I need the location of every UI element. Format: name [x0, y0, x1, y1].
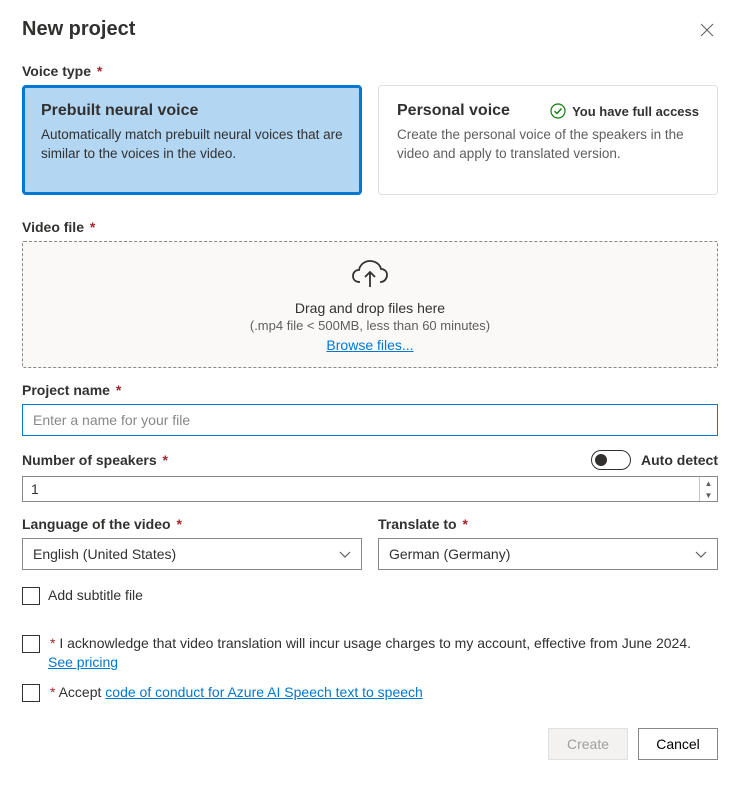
video-file-label: Video file * [22, 219, 95, 235]
auto-detect-toggle[interactable] [591, 450, 631, 470]
project-name-input[interactable] [22, 404, 718, 436]
access-badge: You have full access [550, 103, 699, 119]
spinner-down-icon[interactable]: ▼ [700, 489, 717, 501]
spinner-up-icon[interactable]: ▲ [700, 477, 717, 489]
acknowledge-row: * I acknowledge that video translation w… [22, 634, 718, 673]
translate-label: Translate to * [378, 516, 468, 532]
card-title: Prebuilt neural voice [41, 102, 198, 120]
subtitle-checkbox-row: Add subtitle file [22, 586, 718, 606]
card-desc: Create the personal voice of the speaker… [397, 126, 699, 164]
subtitle-label: Add subtitle file [48, 586, 143, 606]
dropzone-hint: (.mp4 file < 500MB, less than 60 minutes… [35, 318, 705, 333]
language-select[interactable]: English (United States) [22, 538, 362, 570]
coc-text: Accept [59, 684, 106, 700]
card-desc: Automatically match prebuilt neural voic… [41, 126, 343, 164]
voice-card-prebuilt[interactable]: Prebuilt neural voice Automatically matc… [22, 85, 362, 195]
translate-value: German (Germany) [389, 546, 510, 562]
check-circle-icon [550, 103, 566, 119]
acknowledge-text: I acknowledge that video translation wil… [59, 635, 691, 651]
project-name-label: Project name * [22, 382, 121, 398]
create-button[interactable]: Create [548, 728, 628, 760]
acknowledge-checkbox[interactable] [22, 635, 40, 653]
coc-checkbox[interactable] [22, 684, 40, 702]
coc-row: * Accept code of conduct for Azure AI Sp… [22, 683, 718, 703]
auto-detect-label: Auto detect [641, 452, 718, 468]
translate-select[interactable]: German (Germany) [378, 538, 718, 570]
coc-link[interactable]: code of conduct for Azure AI Speech text… [105, 684, 423, 700]
speakers-value: 1 [23, 477, 699, 501]
language-label: Language of the video * [22, 516, 182, 532]
browse-files-link[interactable]: Browse files... [326, 337, 413, 353]
see-pricing-link[interactable]: See pricing [48, 654, 118, 670]
cancel-button[interactable]: Cancel [638, 728, 718, 760]
page-title: New project [22, 18, 135, 41]
language-value: English (United States) [33, 546, 176, 562]
subtitle-checkbox[interactable] [22, 587, 40, 605]
voice-type-label: Voice type * [22, 63, 102, 79]
voice-card-personal[interactable]: Personal voice You have full access Crea… [378, 85, 718, 195]
chevron-down-icon [695, 546, 707, 562]
dropzone-text: Drag and drop files here [35, 300, 705, 316]
chevron-down-icon [339, 546, 351, 562]
file-dropzone[interactable]: Drag and drop files here (.mp4 file < 50… [22, 241, 718, 368]
card-title: Personal voice [397, 102, 510, 120]
speakers-label: Number of speakers * [22, 452, 168, 468]
speakers-spinner[interactable]: 1 ▲ ▼ [22, 476, 718, 502]
close-icon[interactable] [696, 19, 718, 41]
cloud-upload-icon [35, 260, 705, 290]
